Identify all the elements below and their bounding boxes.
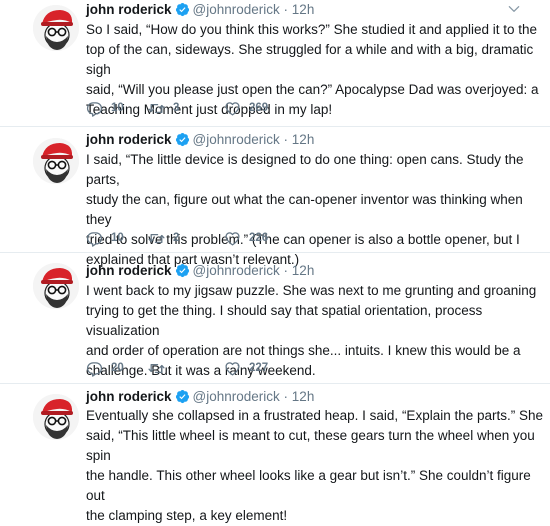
author-name[interactable]: john roderick xyxy=(86,389,172,404)
retweet-icon xyxy=(148,360,165,377)
heart-icon xyxy=(224,230,241,247)
retweet-button[interactable] xyxy=(148,359,173,377)
reply-button[interactable]: 20 xyxy=(86,359,124,377)
retweet-count: 3 xyxy=(173,102,180,114)
tweet-text-line: said, “Will you please just open the can… xyxy=(86,82,539,97)
retweet-button[interactable]: 2 xyxy=(148,229,179,247)
timestamp[interactable]: 12h xyxy=(292,263,315,278)
reply-icon xyxy=(86,230,103,247)
tweet-text-line: the handle. This other wheel looks like … xyxy=(86,468,531,503)
verified-badge-icon xyxy=(175,2,190,17)
tweet-text-line: study the can, figure out what the can-o… xyxy=(86,192,523,227)
author-handle[interactable]: @johnroderick xyxy=(193,132,280,147)
author-handle[interactable]: @johnroderick xyxy=(193,2,280,17)
verified-badge-icon xyxy=(175,389,190,404)
avatar[interactable] xyxy=(33,394,79,440)
reply-icon xyxy=(86,100,103,117)
retweet-button[interactable]: 3 xyxy=(148,99,179,117)
separator-dot: · xyxy=(283,132,289,147)
author-name[interactable]: john roderick xyxy=(86,132,172,147)
timestamp[interactable]: 12h xyxy=(292,389,315,404)
tweet-header: john roderick @johnroderick · 12h xyxy=(86,1,314,19)
retweet-icon xyxy=(148,100,165,117)
author-handle[interactable]: @johnroderick xyxy=(193,263,280,278)
separator-dot: · xyxy=(283,2,289,17)
verified-badge-icon xyxy=(175,263,190,278)
tweet-header: john roderick @johnroderick · 12h xyxy=(86,262,314,280)
tweet-text-line: I went back to my jigsaw puzzle. She was… xyxy=(86,283,537,298)
tweet[interactable]: john roderick @johnroderick · 12h I went … xyxy=(0,253,550,378)
reply-count: 20 xyxy=(111,362,124,374)
chevron-down-icon[interactable] xyxy=(507,2,521,16)
heart-icon xyxy=(224,360,241,377)
author-handle[interactable]: @johnroderick xyxy=(193,389,280,404)
tweet-text-line: said, “This little wheel is meant to cut… xyxy=(86,428,535,463)
like-count: 269 xyxy=(249,102,269,114)
retweet-count: 2 xyxy=(173,232,180,244)
heart-icon xyxy=(224,100,241,117)
avatar[interactable] xyxy=(33,263,79,309)
retweet-icon xyxy=(148,230,165,247)
avatar[interactable] xyxy=(33,138,79,184)
reply-button[interactable]: 10 xyxy=(86,229,124,247)
tweet-text-line: and order of operation are not things sh… xyxy=(86,343,521,358)
tweet[interactable]: john roderick @johnroderick · 12h So I sa… xyxy=(0,0,550,126)
author-name[interactable]: john roderick xyxy=(86,2,172,17)
tweet-text-line: I said, “The little device is designed t… xyxy=(86,152,524,187)
timestamp[interactable]: 12h xyxy=(292,2,315,17)
like-button[interactable]: 227 xyxy=(224,359,268,377)
like-count: 227 xyxy=(249,362,269,374)
separator-dot: · xyxy=(283,263,289,278)
tweet-text-line: Eventually she collapsed in a frustrated… xyxy=(86,408,544,423)
like-button[interactable]: 269 xyxy=(224,99,268,117)
tweet-text-line: So I said, “How do you think this works?… xyxy=(86,22,537,37)
reply-button[interactable]: 10 xyxy=(86,99,124,117)
tweet-header: john roderick @johnroderick · 12h xyxy=(86,131,314,149)
author-name[interactable]: john roderick xyxy=(86,263,172,278)
tweet-header: john roderick @johnroderick · 12h xyxy=(86,388,314,406)
reply-count: 10 xyxy=(111,232,124,244)
verified-badge-icon xyxy=(175,132,190,147)
avatar[interactable] xyxy=(33,5,79,51)
tweet[interactable]: john roderick @johnroderick · 12h Eventua… xyxy=(0,384,550,523)
like-count: 226 xyxy=(249,232,269,244)
timestamp[interactable]: 12h xyxy=(292,132,315,147)
tweet-text-line: trying to get the thing. I should say th… xyxy=(86,303,483,338)
tweet-text-line: top of the can, sideways. She struggled … xyxy=(86,42,534,77)
tweet-text: Eventually she collapsed in a frustrated… xyxy=(86,406,544,526)
separator-dot: · xyxy=(283,389,289,404)
tweet[interactable]: john roderick @johnroderick · 12h I said,… xyxy=(0,127,550,267)
reply-icon xyxy=(86,360,103,377)
like-button[interactable]: 226 xyxy=(224,229,268,247)
tweet-text-line: the clamping step, a key element! xyxy=(86,508,288,523)
reply-count: 10 xyxy=(111,102,124,114)
